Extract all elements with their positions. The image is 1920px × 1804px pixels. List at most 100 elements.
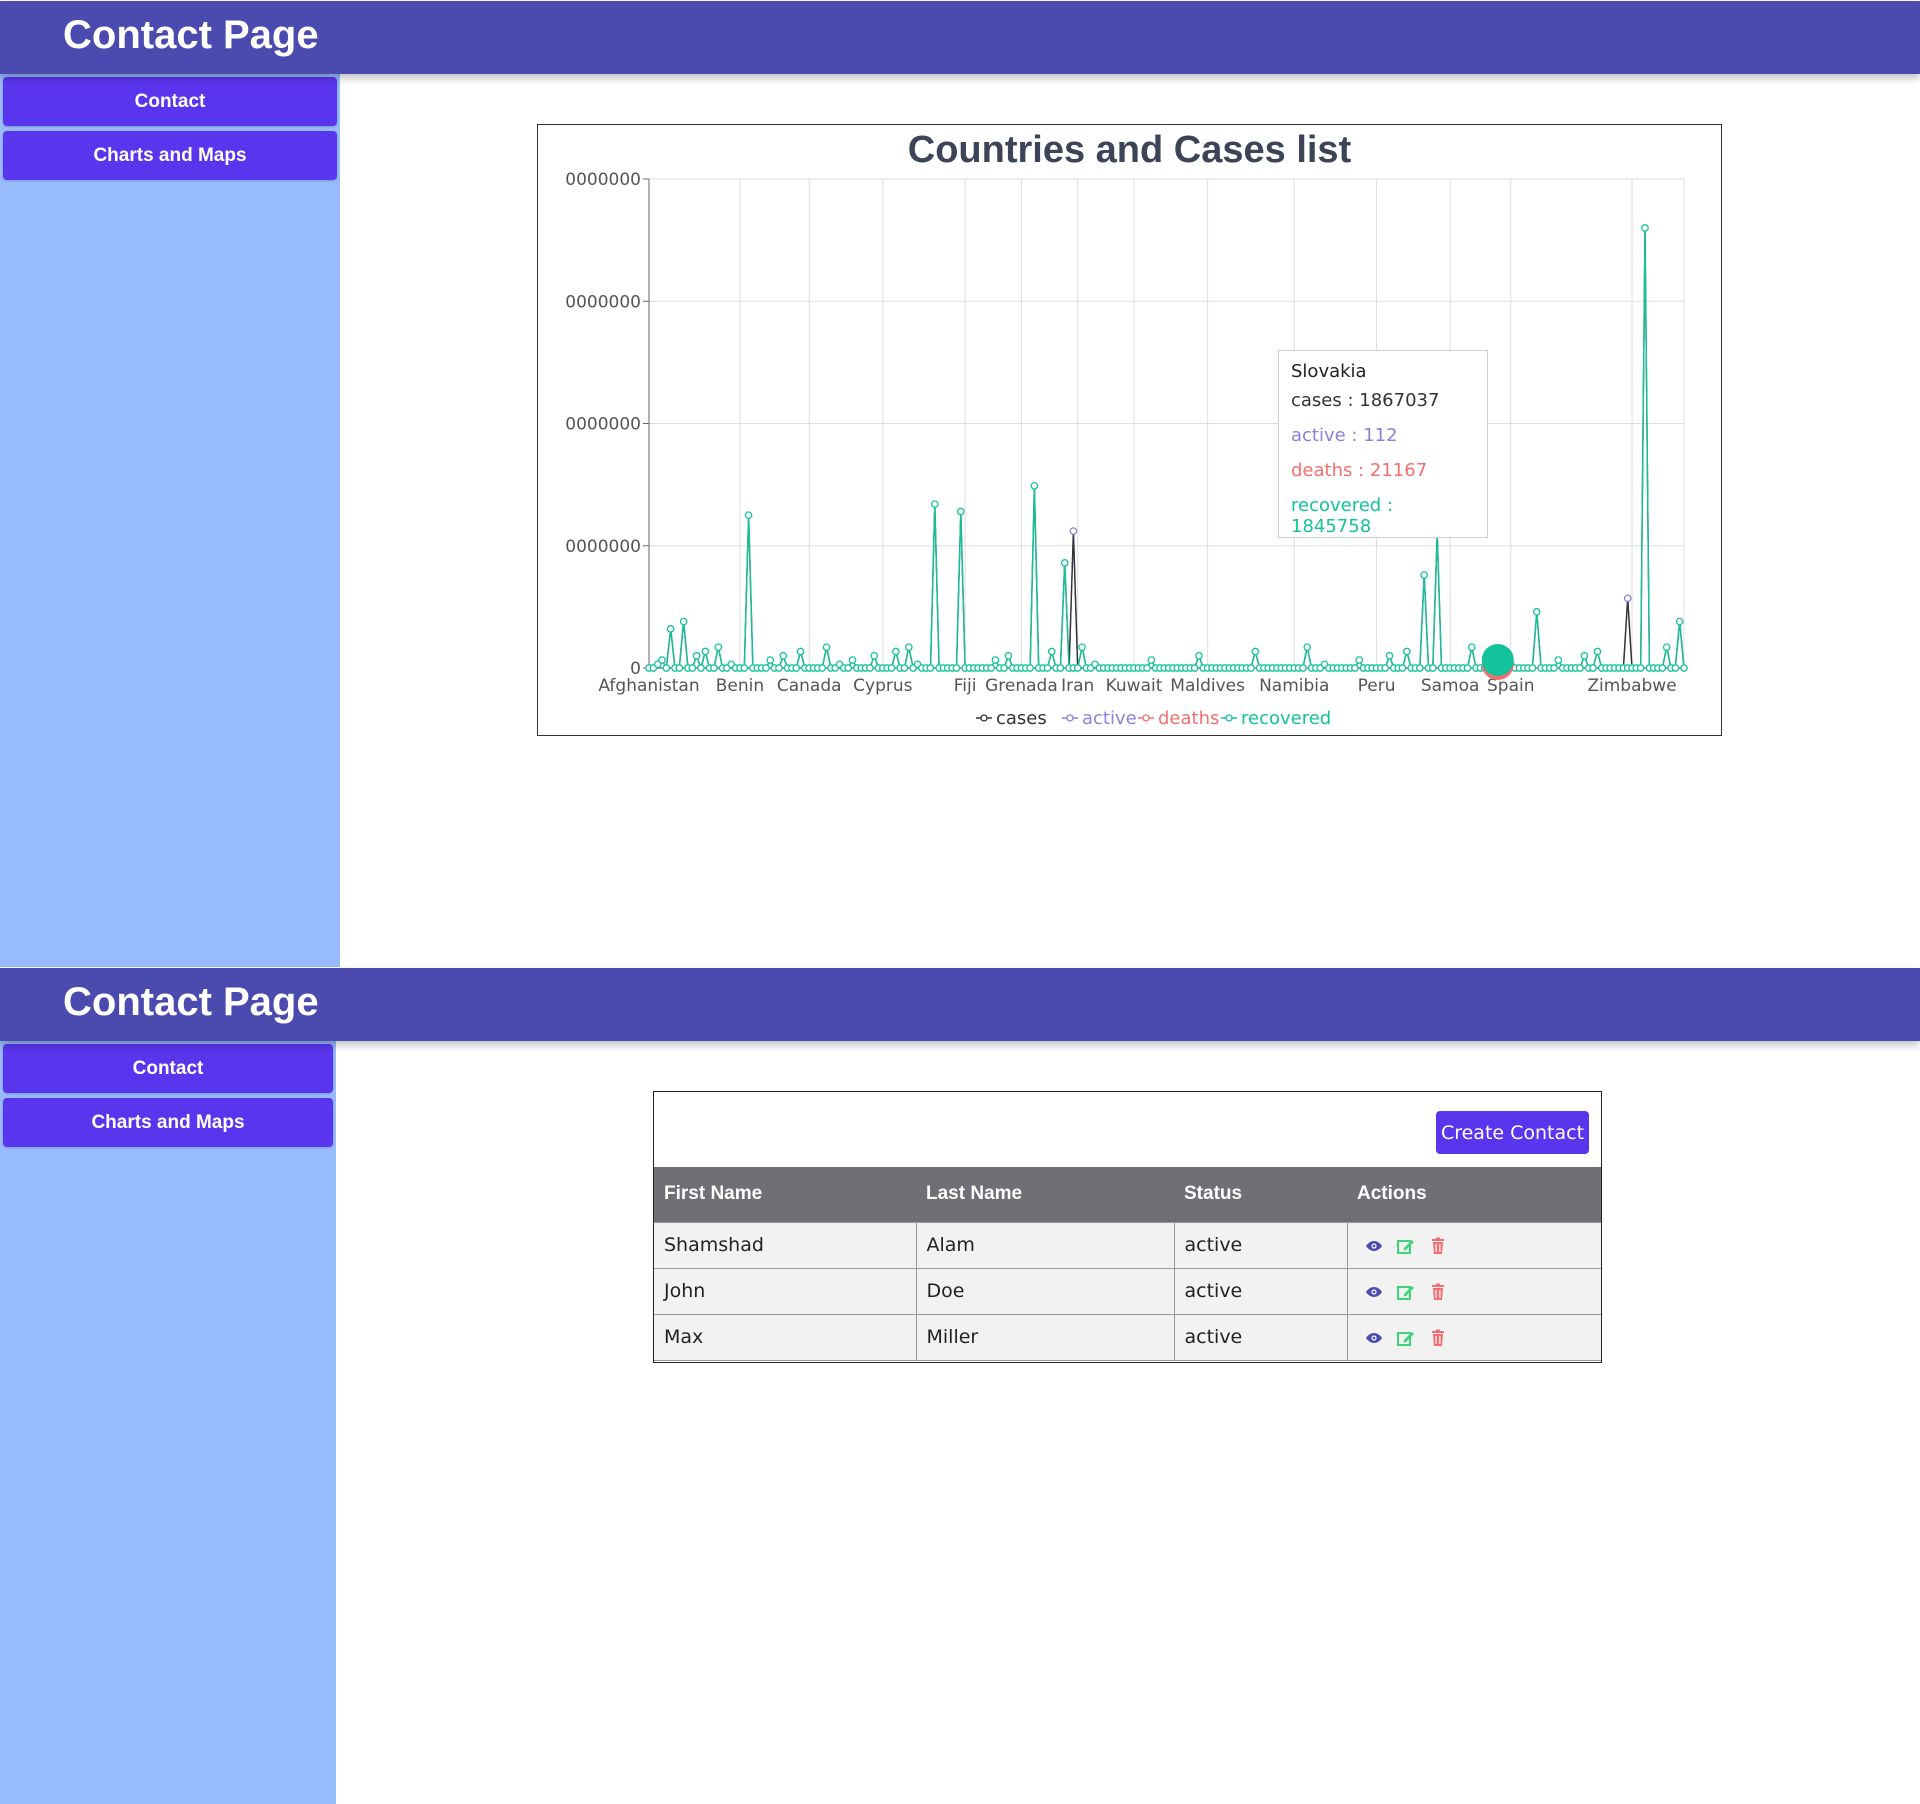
data-point-recovered[interactable] bbox=[1026, 664, 1034, 672]
data-point-recovered[interactable] bbox=[714, 643, 723, 652]
data-point-recovered[interactable] bbox=[1420, 571, 1429, 579]
data-point-recovered[interactable] bbox=[987, 664, 995, 672]
data-point-recovered[interactable] bbox=[1056, 664, 1065, 672]
delete-icon[interactable] bbox=[1428, 1283, 1448, 1301]
delete-icon[interactable] bbox=[1428, 1237, 1448, 1255]
data-point-recovered[interactable] bbox=[891, 647, 900, 656]
data-point-recovered[interactable] bbox=[1190, 664, 1199, 672]
data-point-recovered[interactable] bbox=[866, 664, 874, 672]
data-point-recovered[interactable] bbox=[658, 656, 666, 664]
data-point-recovered[interactable] bbox=[775, 664, 783, 672]
data-point-recovered[interactable] bbox=[1303, 643, 1312, 652]
legend-label-cases[interactable]: cases bbox=[996, 708, 1047, 729]
data-point-recovered[interactable] bbox=[1351, 664, 1359, 672]
data-point-recovered[interactable] bbox=[1073, 664, 1082, 672]
edit-icon[interactable] bbox=[1396, 1237, 1416, 1255]
edit-icon[interactable] bbox=[1396, 1283, 1416, 1301]
view-icon[interactable] bbox=[1364, 1283, 1384, 1301]
data-point-recovered[interactable] bbox=[1671, 664, 1680, 672]
data-point-recovered[interactable] bbox=[1195, 651, 1203, 660]
data-point-recovered[interactable] bbox=[710, 664, 718, 672]
data-point-recovered[interactable] bbox=[1576, 664, 1584, 672]
data-point-recovered[interactable] bbox=[844, 664, 853, 672]
data-point-recovered[interactable] bbox=[1078, 643, 1086, 652]
delete-icon[interactable] bbox=[1428, 1329, 1448, 1347]
data-point-recovered[interactable] bbox=[1636, 664, 1645, 672]
data-point-recovered[interactable] bbox=[930, 500, 939, 509]
data-point-recovered[interactable] bbox=[796, 647, 805, 656]
data-point-recovered[interactable] bbox=[900, 664, 909, 672]
data-point-recovered[interactable] bbox=[822, 643, 831, 652]
data-point-recovered[interactable] bbox=[1658, 664, 1667, 672]
data-point-recovered[interactable] bbox=[662, 664, 671, 672]
data-point-recovered[interactable] bbox=[779, 651, 788, 660]
view-icon[interactable] bbox=[1364, 1329, 1384, 1347]
data-point-recovered[interactable] bbox=[740, 664, 749, 672]
data-point-recovered[interactable] bbox=[1398, 664, 1407, 672]
line-chart[interactable]: 00000000000000000000000000000Afghanistan… bbox=[538, 125, 1721, 735]
create-contact-button[interactable]: Create Contact bbox=[1436, 1111, 1589, 1154]
data-point-recovered[interactable] bbox=[675, 664, 684, 672]
data-point-recovered[interactable] bbox=[904, 643, 913, 652]
view-icon[interactable] bbox=[1364, 1237, 1384, 1255]
data-point-recovered[interactable] bbox=[792, 664, 801, 672]
data-point-recovered[interactable] bbox=[1593, 647, 1602, 656]
data-point-recovered[interactable] bbox=[701, 647, 710, 656]
data-point-recovered[interactable] bbox=[1000, 664, 1008, 672]
data-point-recovered[interactable] bbox=[1402, 647, 1411, 656]
data-point-recovered[interactable] bbox=[744, 511, 753, 520]
data-point-active[interactable] bbox=[1069, 527, 1078, 535]
data-point-recovered[interactable] bbox=[1385, 651, 1394, 660]
data-point-recovered[interactable] bbox=[762, 664, 770, 672]
data-point-recovered[interactable] bbox=[1528, 664, 1537, 672]
data-point-recovered[interactable] bbox=[697, 664, 705, 672]
data-point-active[interactable] bbox=[1623, 594, 1632, 603]
data-point-recovered[interactable] bbox=[1030, 481, 1039, 490]
data-point-recovered[interactable] bbox=[1680, 664, 1688, 672]
data-point-recovered[interactable] bbox=[818, 664, 827, 672]
data-point-recovered[interactable] bbox=[1662, 643, 1671, 652]
data-point-recovered[interactable] bbox=[1381, 664, 1390, 672]
data-point-recovered[interactable] bbox=[887, 664, 896, 672]
data-point-recovered[interactable] bbox=[666, 625, 675, 633]
data-point-recovered[interactable] bbox=[1641, 224, 1649, 232]
data-point-recovered[interactable] bbox=[1043, 664, 1052, 672]
data-point-recovered[interactable] bbox=[926, 664, 935, 672]
sidebar-item-charts-and-maps[interactable]: Charts and Maps bbox=[3, 131, 337, 180]
data-point-recovered[interactable] bbox=[688, 664, 697, 672]
data-point-recovered[interactable] bbox=[1580, 651, 1589, 660]
data-point-recovered[interactable] bbox=[1463, 664, 1472, 672]
data-point-recovered[interactable] bbox=[1143, 664, 1151, 672]
sidebar-item-charts-and-maps[interactable]: Charts and Maps bbox=[3, 1098, 333, 1147]
data-point-recovered[interactable] bbox=[1589, 664, 1597, 672]
data-point-recovered[interactable] bbox=[1532, 607, 1541, 616]
data-point-recovered[interactable] bbox=[1467, 643, 1476, 652]
legend-label-deaths[interactable]: deaths bbox=[1158, 708, 1219, 729]
sidebar-item-contact[interactable]: Contact bbox=[3, 77, 337, 126]
data-point-recovered[interactable] bbox=[766, 656, 775, 664]
data-point-recovered[interactable] bbox=[1147, 656, 1156, 664]
data-point-recovered[interactable] bbox=[1299, 664, 1307, 672]
data-point-recovered[interactable] bbox=[1251, 647, 1260, 656]
data-point-recovered[interactable] bbox=[956, 507, 965, 516]
data-point-recovered[interactable] bbox=[1247, 664, 1255, 672]
edit-icon[interactable] bbox=[1396, 1329, 1416, 1347]
data-point-recovered[interactable] bbox=[1060, 559, 1069, 567]
data-point-recovered[interactable] bbox=[870, 651, 879, 660]
data-point-recovered[interactable] bbox=[1554, 656, 1563, 664]
data-point-recovered[interactable] bbox=[1415, 664, 1424, 672]
data-point-recovered[interactable] bbox=[692, 651, 701, 660]
data-point-recovered[interactable] bbox=[1550, 664, 1558, 672]
data-point-recovered[interactable] bbox=[991, 656, 1000, 664]
data-point-recovered[interactable] bbox=[848, 656, 857, 664]
data-point-recovered[interactable] bbox=[1428, 664, 1437, 672]
data-point-recovered[interactable] bbox=[1675, 617, 1684, 626]
data-point-recovered[interactable] bbox=[679, 617, 688, 626]
data-point-recovered[interactable] bbox=[952, 664, 961, 672]
data-point-recovered[interactable] bbox=[1004, 651, 1013, 660]
data-point-recovered[interactable] bbox=[1047, 647, 1056, 656]
sidebar-item-contact[interactable]: Contact bbox=[3, 1044, 333, 1093]
legend-label-active[interactable]: active bbox=[1082, 708, 1137, 729]
legend-label-recovered[interactable]: recovered bbox=[1241, 708, 1331, 729]
active-dot-recovered[interactable] bbox=[1481, 644, 1514, 676]
